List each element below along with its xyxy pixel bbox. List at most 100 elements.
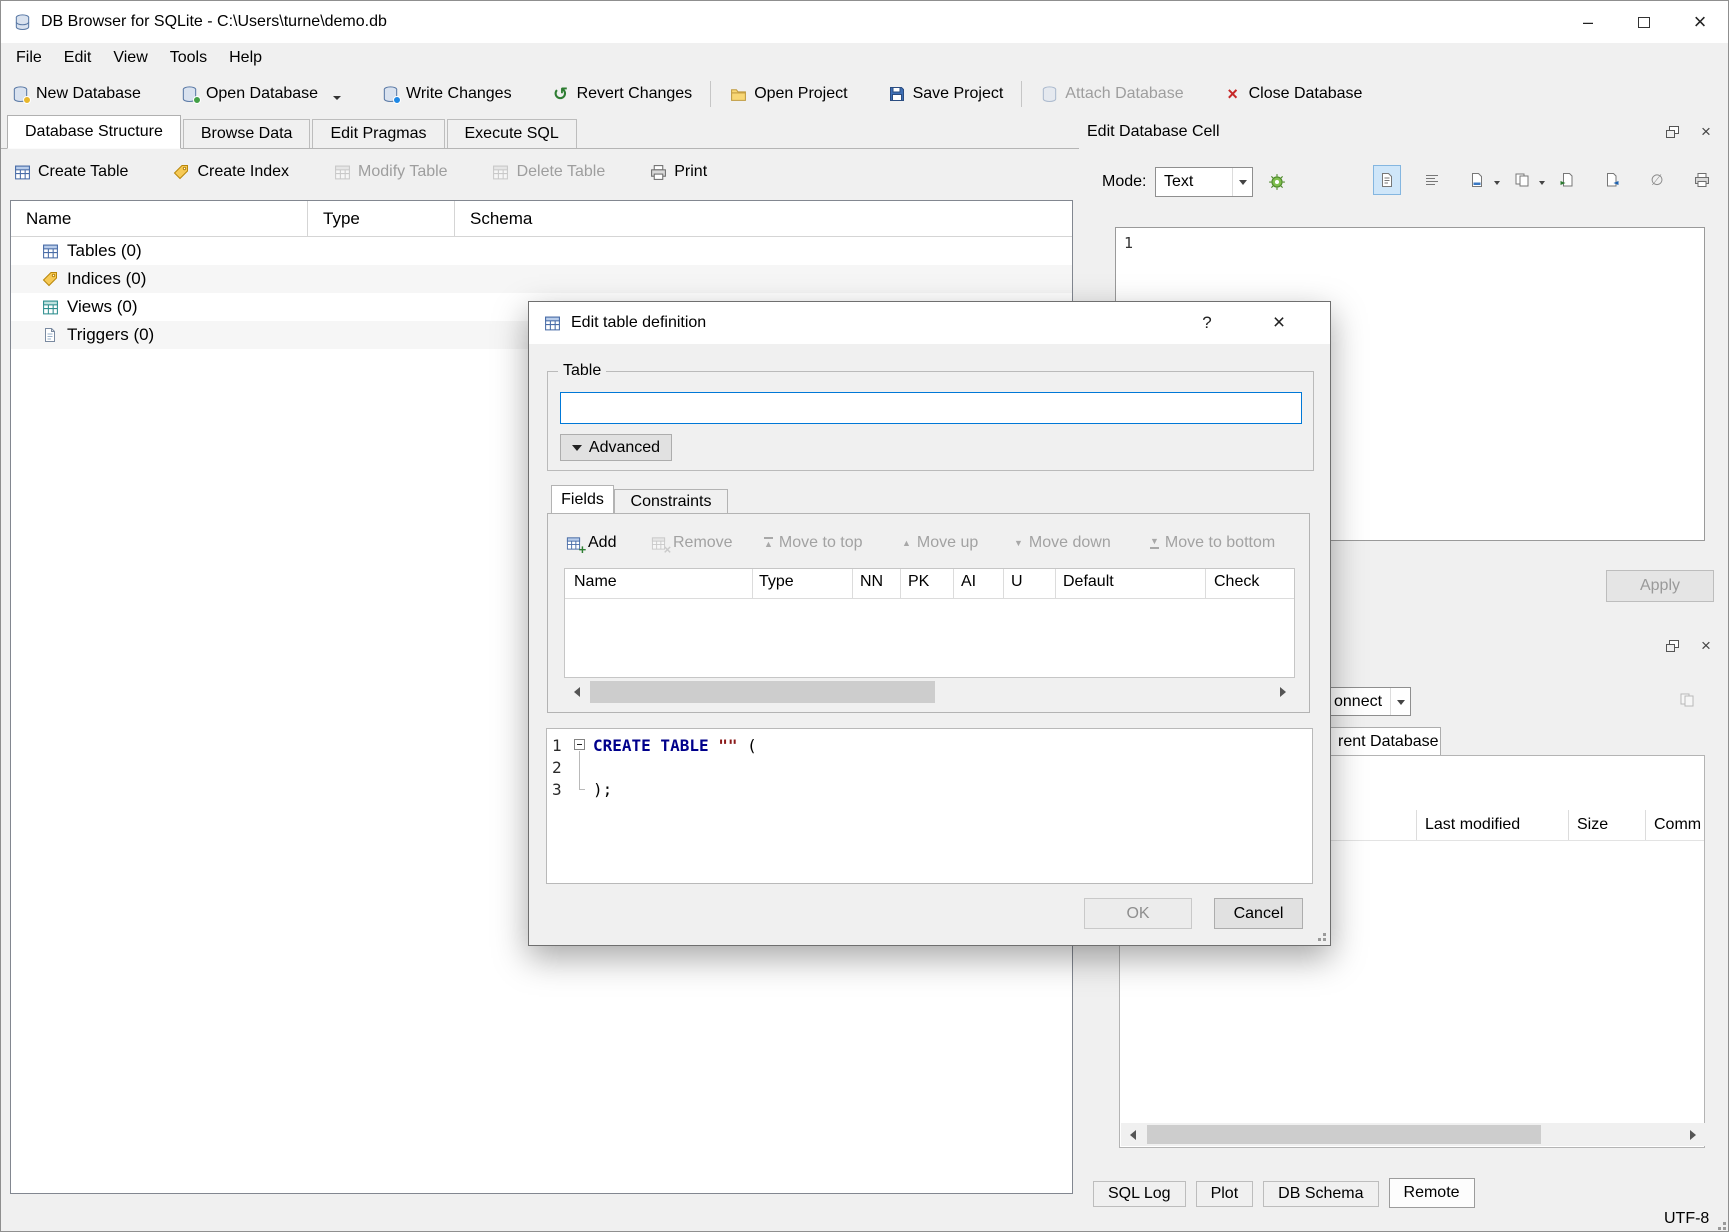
tree-row-label: Triggers (0): [67, 325, 154, 345]
col-type[interactable]: Type: [759, 573, 794, 591]
move-up-button[interactable]: ▲ Move up: [902, 530, 978, 556]
tree-col-name[interactable]: Name: [11, 201, 308, 236]
encoding-indicator[interactable]: UTF-8: [1664, 1210, 1709, 1228]
edit-mode-button[interactable]: [1463, 165, 1491, 195]
fields-horizontal-scrollbar[interactable]: [565, 679, 1295, 705]
tab-db-schema[interactable]: DB Schema: [1263, 1181, 1378, 1207]
new-database-icon: [11, 85, 29, 103]
col-nn[interactable]: NN: [860, 573, 883, 591]
modify-table-button[interactable]: Modify Table: [333, 155, 448, 189]
edit-cell-float-button[interactable]: [1662, 122, 1682, 142]
create-index-button[interactable]: Create Index: [172, 155, 289, 189]
col-default[interactable]: Default: [1063, 573, 1114, 591]
fold-marker-icon[interactable]: [574, 739, 585, 750]
col-name[interactable]: Name: [574, 573, 617, 591]
tab-edit-pragmas[interactable]: Edit Pragmas: [312, 119, 444, 148]
scrollbar-track[interactable]: [587, 679, 1273, 705]
scrollbar-thumb[interactable]: [1147, 1125, 1541, 1144]
col-pk[interactable]: PK: [908, 573, 929, 591]
export-button[interactable]: [1598, 165, 1626, 195]
window-resize-grip[interactable]: [1713, 1217, 1726, 1230]
set-null-button[interactable]: ∅: [1643, 165, 1671, 195]
delete-table-button[interactable]: Delete Table: [492, 155, 606, 189]
chevron-down-icon: [1539, 181, 1545, 188]
tree-col-type[interactable]: Type: [308, 201, 455, 236]
attach-database-button[interactable]: Attach Database: [1040, 77, 1183, 111]
write-changes-button[interactable]: Write Changes: [381, 77, 512, 111]
tab-constraints[interactable]: Constraints: [614, 489, 728, 513]
col-check[interactable]: Check: [1214, 573, 1259, 591]
add-field-button[interactable]: + Add: [564, 530, 616, 556]
cancel-button[interactable]: Cancel: [1214, 898, 1303, 929]
remote-col-last-modified[interactable]: Last modified: [1425, 816, 1520, 834]
tree-row-tables[interactable]: Tables (0): [11, 237, 1072, 265]
menu-edit[interactable]: Edit: [53, 46, 103, 70]
scroll-right-arrow[interactable]: [1273, 679, 1295, 705]
remote-horizontal-scrollbar[interactable]: [1121, 1123, 1705, 1146]
import-button[interactable]: [1553, 165, 1581, 195]
ok-button[interactable]: OK: [1084, 898, 1192, 929]
remote-identity-value: onnect: [1334, 693, 1382, 711]
col-ai[interactable]: AI: [961, 573, 976, 591]
remote-col-comment[interactable]: Comm: [1654, 816, 1701, 834]
tab-fields[interactable]: Fields: [551, 485, 614, 513]
menu-view[interactable]: View: [102, 46, 158, 70]
word-wrap-button[interactable]: [1418, 165, 1446, 195]
tab-database-structure[interactable]: Database Structure: [7, 115, 181, 149]
remote-close-button[interactable]: ×: [1696, 636, 1716, 656]
open-database-menu-caret[interactable]: [333, 96, 341, 104]
move-bottom-label: Move to bottom: [1165, 534, 1275, 552]
remove-field-button[interactable]: × Remove: [649, 530, 733, 556]
menu-file[interactable]: File: [5, 46, 53, 70]
move-to-bottom-button[interactable]: ▼ Move to bottom: [1150, 530, 1275, 556]
close-button[interactable]: ×: [1672, 1, 1728, 43]
tab-sql-log[interactable]: SQL Log: [1093, 1181, 1186, 1207]
new-database-button[interactable]: New Database: [11, 77, 141, 111]
create-table-button[interactable]: Create Table: [13, 155, 128, 189]
copy-button[interactable]: [1508, 165, 1536, 195]
print-button[interactable]: Print: [649, 155, 707, 189]
save-project-button[interactable]: Save Project: [888, 77, 1004, 111]
scroll-right-arrow[interactable]: [1683, 1123, 1705, 1146]
print-cell-button[interactable]: [1688, 165, 1716, 195]
menu-help[interactable]: Help: [218, 46, 273, 70]
open-project-button[interactable]: Open Project: [729, 77, 847, 111]
move-down-button[interactable]: ▼ Move down: [1014, 530, 1111, 556]
tab-browse-data[interactable]: Browse Data: [183, 119, 311, 148]
dialog-resize-grip[interactable]: [1313, 928, 1326, 941]
scroll-left-arrow[interactable]: [1121, 1123, 1143, 1146]
mode-select[interactable]: Text: [1155, 167, 1253, 197]
close-database-button[interactable]: × Close Database: [1224, 77, 1363, 111]
scroll-left-arrow[interactable]: [565, 679, 587, 705]
advanced-toggle-button[interactable]: Advanced: [560, 434, 672, 461]
edit-cell-close-button[interactable]: ×: [1696, 122, 1716, 142]
apply-button[interactable]: Apply: [1606, 570, 1714, 602]
column-divider: [900, 569, 901, 598]
auto-mode-button[interactable]: [1262, 167, 1292, 197]
remote-identity-select[interactable]: onnect: [1319, 687, 1411, 716]
table-name-input[interactable]: [560, 392, 1302, 424]
import-icon: [1559, 172, 1575, 188]
open-database-button[interactable]: Open Database: [181, 77, 341, 111]
scrollbar-thumb[interactable]: [590, 681, 935, 703]
remote-clone-button[interactable]: [1671, 685, 1703, 715]
tree-col-schema[interactable]: Schema: [455, 201, 1072, 236]
text-view-button[interactable]: [1373, 165, 1401, 195]
scrollbar-track[interactable]: [1143, 1123, 1683, 1146]
tab-execute-sql[interactable]: Execute SQL: [447, 119, 577, 148]
remote-col-size[interactable]: Size: [1577, 816, 1608, 834]
col-u[interactable]: U: [1011, 573, 1023, 591]
minimize-button[interactable]: –: [1560, 1, 1616, 43]
maximize-button[interactable]: [1616, 1, 1672, 43]
revert-changes-button[interactable]: ↺ Revert Changes: [552, 77, 693, 111]
tree-row-indices[interactable]: Indices (0): [11, 265, 1072, 293]
edit-cell-toolbar: ∅: [1373, 165, 1723, 197]
tab-remote[interactable]: Remote: [1389, 1178, 1475, 1208]
toolbar-separator: [710, 81, 711, 107]
dialog-help-button[interactable]: ?: [1190, 309, 1224, 337]
tab-plot[interactable]: Plot: [1196, 1181, 1254, 1207]
remote-float-button[interactable]: [1662, 636, 1682, 656]
menu-tools[interactable]: Tools: [159, 46, 218, 70]
move-to-top-button[interactable]: ▲ Move to top: [764, 530, 863, 556]
dialog-close-button[interactable]: ×: [1262, 309, 1296, 337]
